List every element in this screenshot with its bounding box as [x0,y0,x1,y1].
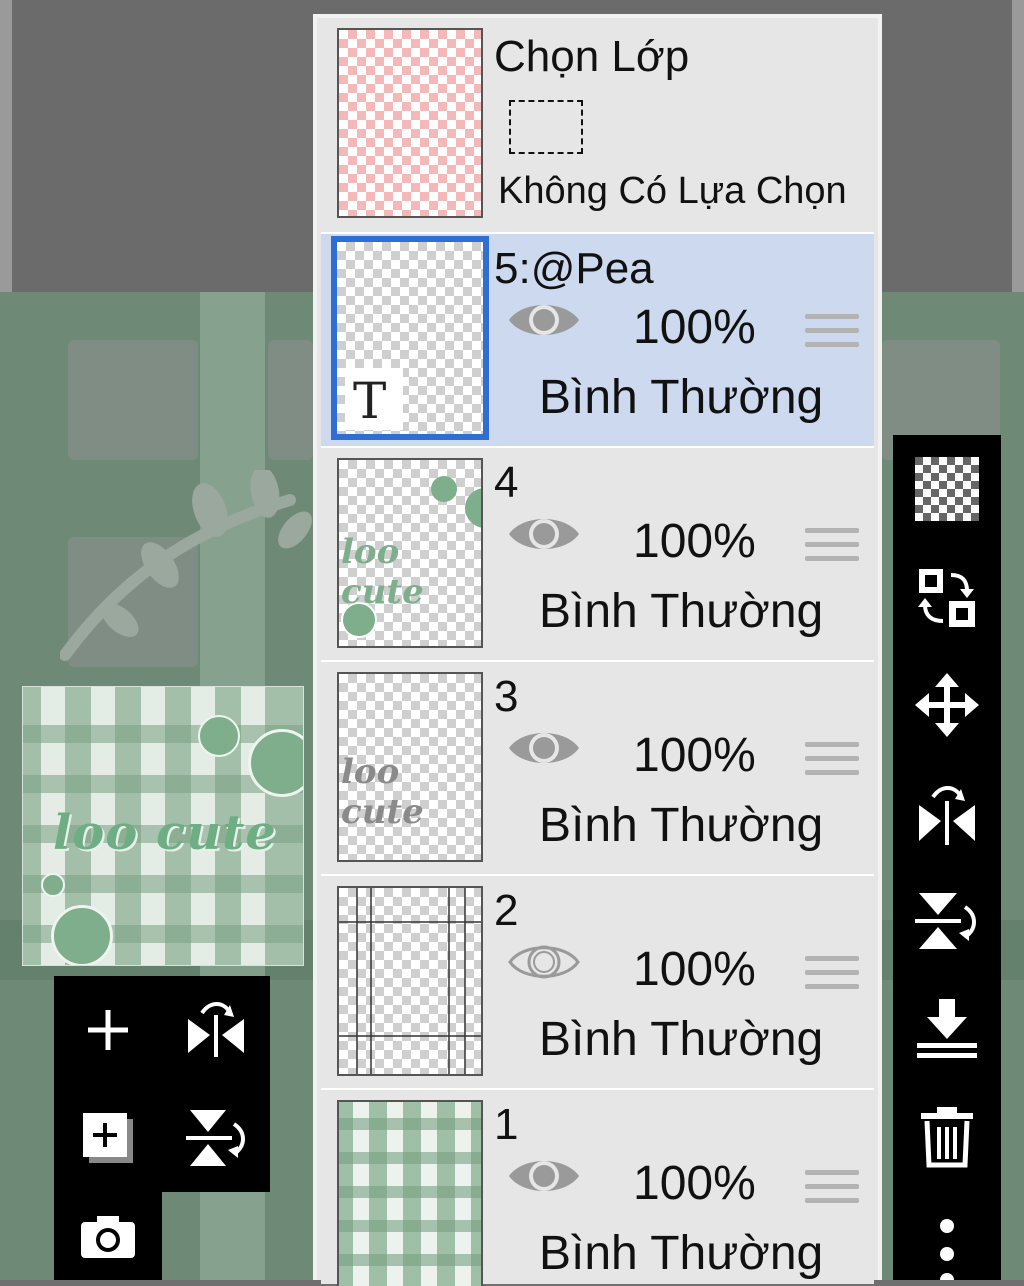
thumb-plaid [339,1102,481,1286]
move-button[interactable] [893,651,1001,759]
add-layer-button[interactable] [54,976,162,1084]
layer-thumbnail[interactable] [337,1100,483,1286]
branch-decoration [60,470,312,661]
layer-row[interactable]: loo cute 3 100% Bình Thường [321,662,874,876]
flip-horizontal-icon [188,1002,244,1057]
layer-row[interactable]: 2 100% Bình Thường [321,876,874,1090]
text-layer-badge: T [345,368,403,430]
layer-blend-mode[interactable]: Bình Thường [539,1226,823,1281]
camera-icon [81,1216,135,1258]
more-options-button[interactable] [893,1191,1001,1280]
layer-blend-mode[interactable]: Bình Thường [539,584,823,639]
selection-layer-row[interactable]: Chọn Lớp Không Có Lựa Chọn [321,18,874,234]
layer-opacity[interactable]: 100% [633,728,756,783]
swap-layers-icon [918,569,975,627]
layer-row[interactable]: 1 100% Bình Thường [321,1090,874,1286]
drag-handle-icon[interactable] [805,1170,859,1212]
merge-down-button[interactable] [893,975,1001,1083]
layer-opacity[interactable]: 100% [633,942,756,997]
layer-thumbnail[interactable]: loo cute [337,672,483,862]
flip-vertical-button-right[interactable] [893,867,1001,975]
selection-status: Không Có Lựa Chọn [498,170,847,212]
flip-horizontal-button[interactable] [162,976,270,1084]
selection-layer-title: Chọn Lớp [494,32,690,81]
preview-circle [198,715,240,757]
thumb-text: loo cute [341,532,424,612]
thumb-circle [465,488,481,528]
flip-vertical-icon [186,1110,245,1166]
drag-handle-icon[interactable] [805,314,859,356]
preview-circle [41,873,65,897]
drag-handle-icon[interactable] [805,956,859,998]
drag-handle-icon[interactable] [805,528,859,570]
layer-name: 5:@Pea [494,244,654,293]
layer-name: 3 [494,672,519,721]
layer-name: 1 [494,1100,519,1149]
layer-blend-mode[interactable]: Bình Thường [539,370,823,425]
layer-blend-mode[interactable]: Bình Thường [539,798,823,853]
more-options-icon [940,1219,954,1280]
layer-panel: Chọn Lớp Không Có Lựa Chọn T 5:@Pea 100%… [313,14,882,1286]
layer-thumbnail[interactable]: loo cute [337,458,483,648]
canvas-tile [68,340,198,460]
flip-vertical-icon [915,893,976,949]
left-toolbar-extra [54,1192,162,1280]
layer-thumbnail[interactable]: T [331,236,489,440]
trash-icon [921,1107,973,1168]
add-layer-copy-button[interactable] [54,1084,162,1192]
add-layer-copy-icon [83,1113,133,1163]
layer-opacity[interactable]: 100% [633,300,756,355]
selection-thumbnail [337,28,483,218]
layer-row[interactable]: loo cute 4 100% Bình Thường [321,448,874,662]
flip-horizontal-button-right[interactable] [893,759,1001,867]
layer-name: 4 [494,458,519,507]
camera-button[interactable] [54,1192,162,1280]
eye-visible-icon[interactable] [507,296,581,344]
swap-layers-button[interactable] [893,543,1001,651]
eye-visible-icon[interactable] [507,1152,581,1200]
flip-horizontal-icon [919,786,975,845]
canvas-tile [268,340,313,460]
layer-opacity[interactable]: 100% [633,514,756,569]
thumb-circle [431,476,457,502]
layer-thumbnail[interactable] [337,886,483,1076]
transparency-button[interactable] [893,435,1001,543]
eye-visible-icon[interactable] [507,724,581,772]
canvas-preview: loo cute [22,686,304,966]
canvas-right-edge [1012,0,1024,292]
eye-visible-icon[interactable] [507,510,581,558]
layer-name: 2 [494,886,519,935]
preview-circle [51,905,113,965]
selection-marquee-icon [509,100,583,154]
flip-vertical-button[interactable] [162,1084,270,1192]
left-toolbar [54,976,270,1192]
transparency-icon [915,457,979,521]
thumb-text: loo cute [341,752,424,832]
right-toolbar [893,435,1001,1280]
layer-opacity[interactable]: 100% [633,1156,756,1211]
layer-row[interactable]: T 5:@Pea 100% Bình Thường [321,234,874,448]
merge-down-icon [917,999,977,1058]
drag-handle-icon[interactable] [805,742,859,784]
delete-layer-button[interactable] [893,1083,1001,1191]
preview-text: loo cute [53,805,277,861]
move-icon [915,673,979,737]
layer-blend-mode[interactable]: Bình Thường [539,1012,823,1067]
text-layer-glyph: T [353,372,387,430]
eye-hidden-icon[interactable] [507,938,581,986]
grid-lines-thumb [339,888,481,1074]
add-layer-icon [88,1010,128,1050]
